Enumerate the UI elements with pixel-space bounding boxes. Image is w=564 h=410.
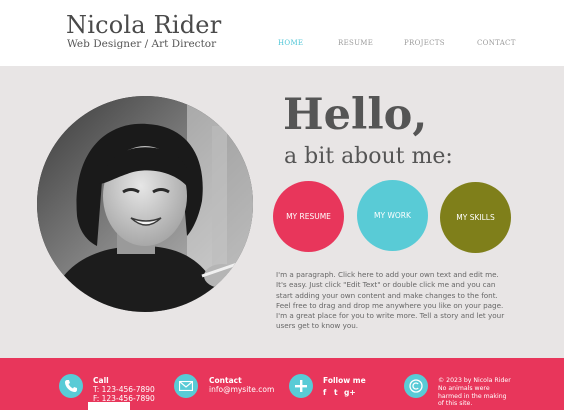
call-phone: T: 123-456-7890 (93, 385, 155, 394)
twitter-icon[interactable]: t (334, 388, 338, 397)
my-skills-button[interactable]: MY SKILLS (440, 182, 511, 253)
copyright-text: © 2023 by Nicola Rider (438, 377, 511, 384)
copyright-note: No animals were harmed in the making of … (438, 385, 507, 408)
footer-overlay (88, 402, 130, 410)
nav-resume[interactable]: RESUME (338, 39, 373, 47)
my-work-button[interactable]: MY WORK (357, 180, 428, 251)
about-paragraph: I'm a paragraph. Click here to add your … (276, 270, 505, 331)
contact-heading: Contact (209, 376, 242, 385)
call-heading: Call (93, 376, 109, 385)
my-skills-label: MY SKILLS (456, 213, 495, 222)
copyright-icon (404, 374, 428, 398)
my-resume-button[interactable]: MY RESUME (273, 181, 344, 252)
facebook-icon[interactable]: f (323, 388, 326, 397)
google-plus-icon[interactable]: g+ (344, 388, 356, 397)
contact-email[interactable]: info@mysite.com (209, 385, 274, 394)
nav-projects[interactable]: PROJECTS (404, 39, 445, 47)
profile-photo (37, 96, 253, 312)
about-subheading: a bit about me: (284, 144, 453, 169)
envelope-icon (174, 374, 198, 398)
phone-icon (59, 374, 83, 398)
plus-icon (289, 374, 313, 398)
site-subtitle: Web Designer / Art Director (67, 38, 217, 50)
site-title[interactable]: Nicola Rider (66, 11, 221, 39)
nav-home[interactable]: HOME (278, 39, 303, 47)
nav-contact[interactable]: CONTACT (477, 39, 516, 47)
my-work-label: MY WORK (374, 211, 411, 220)
site-footer: Call T: 123-456-7890 F: 123-456-7890 Con… (0, 358, 564, 410)
follow-heading: Follow me (323, 376, 366, 385)
site-header: Nicola Rider Web Designer / Art Director… (0, 0, 564, 66)
main-section: Hello, a bit about me: MY RESUME MY WORK… (0, 66, 564, 358)
my-resume-label: MY RESUME (286, 212, 331, 221)
hello-heading: Hello, (283, 90, 428, 140)
